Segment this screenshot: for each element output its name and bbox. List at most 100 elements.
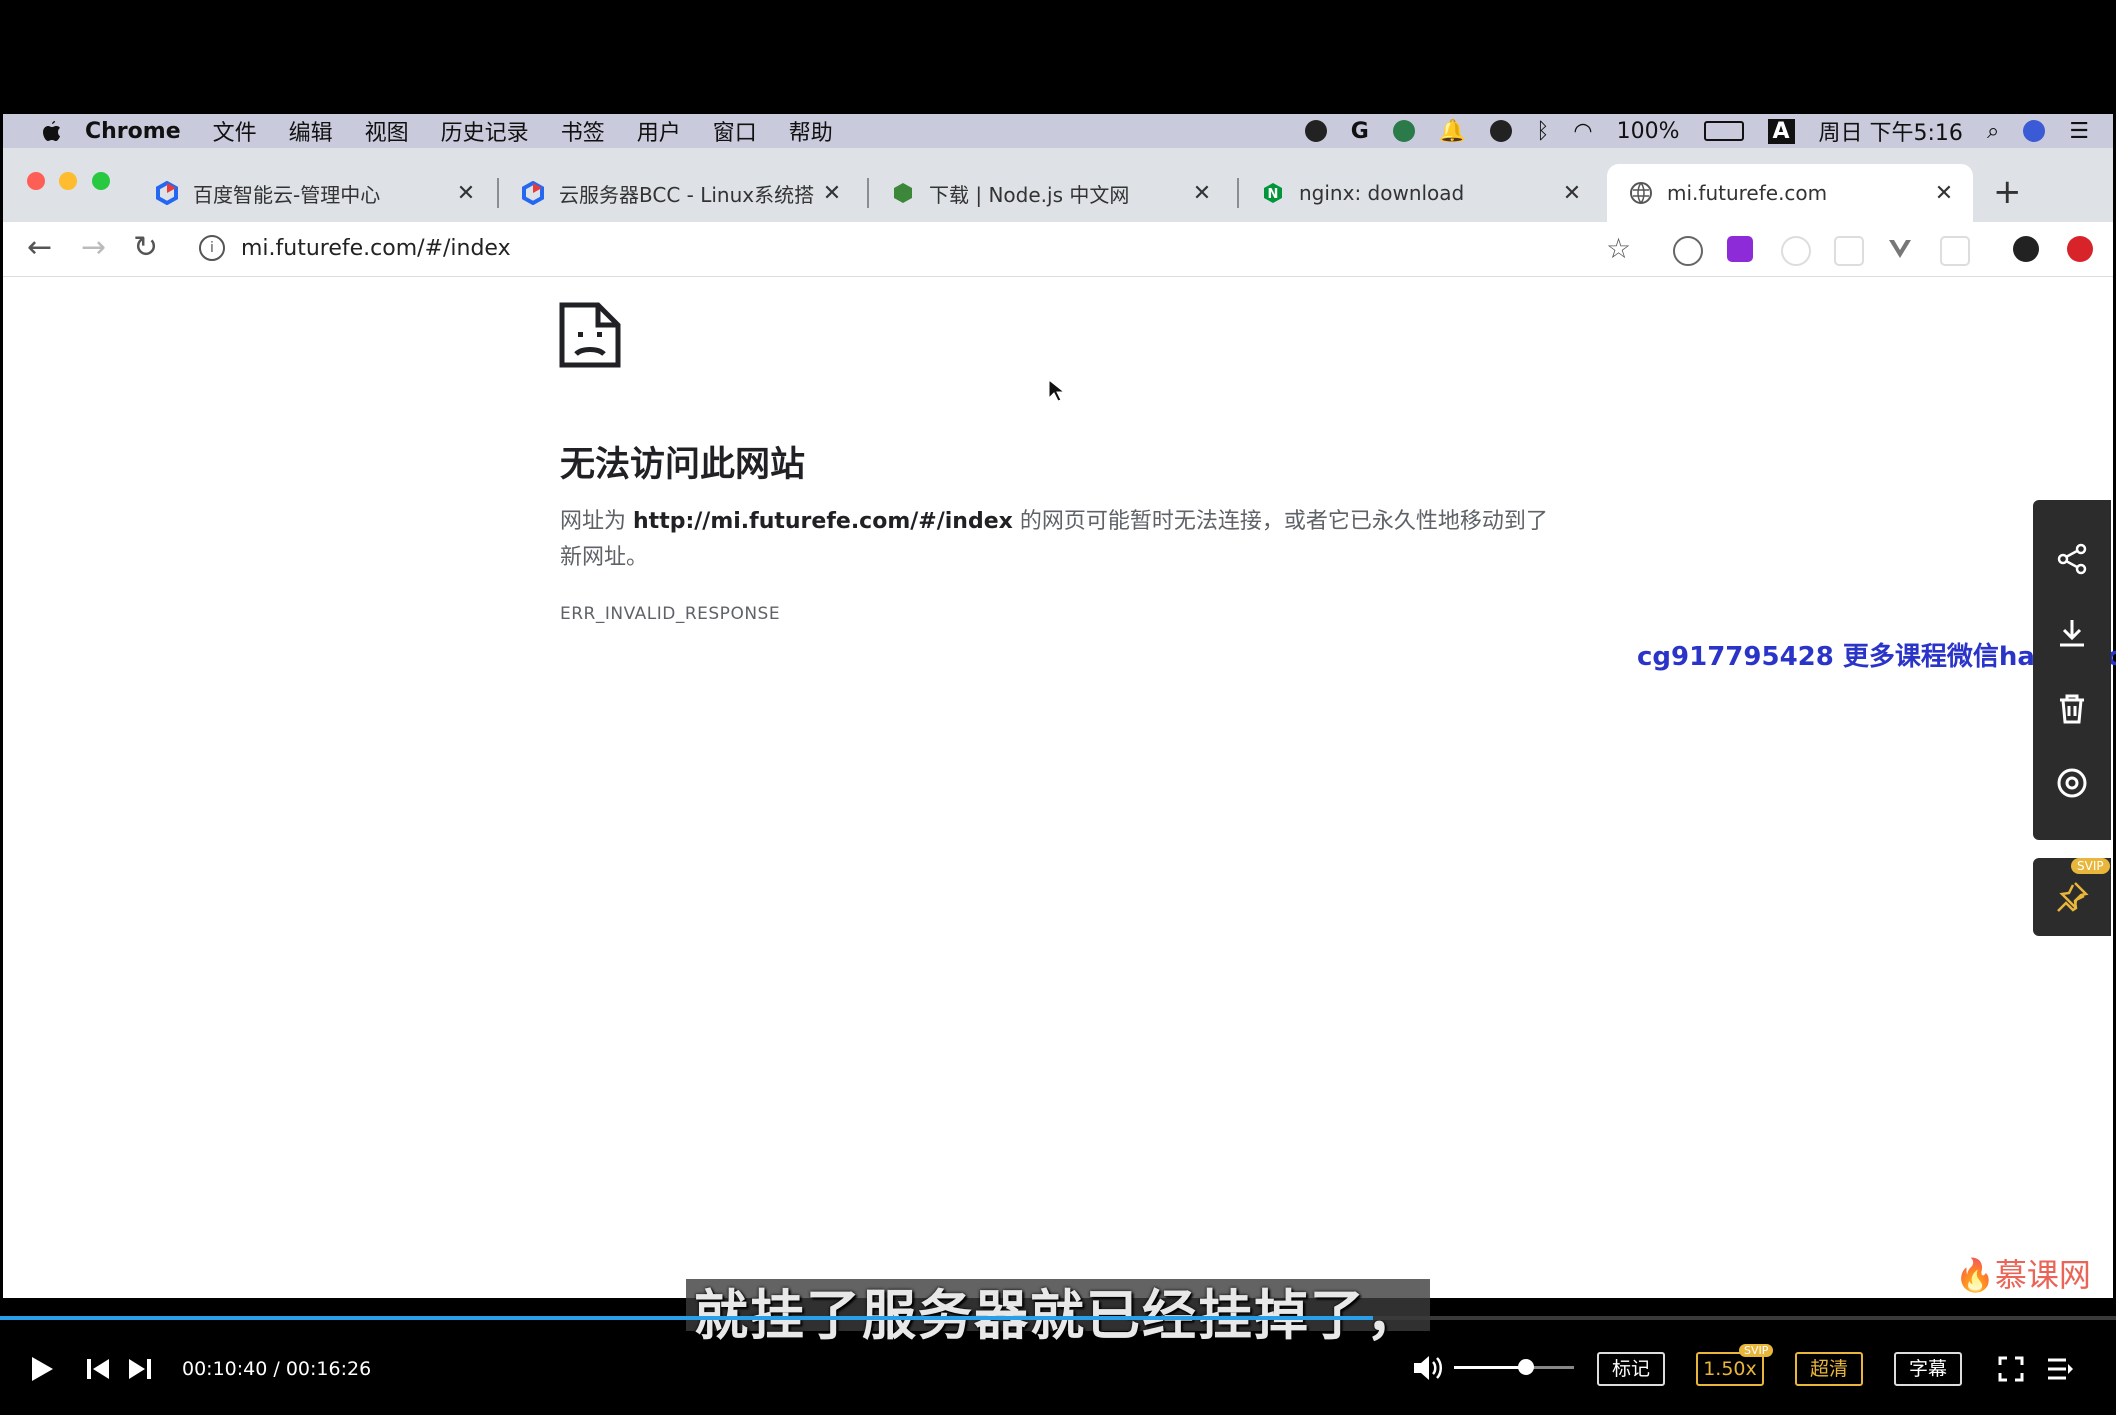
volume-slider-fill (1454, 1366, 1526, 1369)
playlist-icon[interactable] (2046, 1356, 2074, 1382)
site-info-icon[interactable]: i (199, 235, 225, 261)
error-description-prefix: 网址为 (560, 509, 627, 534)
tab-nginx-download[interactable]: N nginx: download ✕ (1239, 164, 1601, 222)
macos-menu-bar: Chrome 文件 编辑 视图 历史记录 书签 用户 窗口 帮助 G 🔔 ᛒ ◠… (3, 114, 2113, 148)
menu-help[interactable]: 帮助 (789, 115, 833, 147)
target-icon[interactable] (2055, 766, 2089, 800)
battery-icon[interactable] (1703, 121, 1744, 141)
maximize-window-button[interactable] (92, 172, 110, 190)
menu-bookmarks[interactable]: 书签 (561, 115, 605, 147)
close-tab-icon[interactable]: ✕ (1929, 181, 1959, 206)
share-icon[interactable] (2055, 542, 2089, 576)
reload-icon[interactable]: ↻ (133, 230, 158, 265)
siri-icon[interactable] (2023, 120, 2046, 142)
grammarly-icon[interactable]: G (1351, 119, 1369, 144)
fullscreen-icon[interactable] (1998, 1356, 2024, 1382)
back-icon[interactable]: ← (27, 230, 52, 265)
menu-history[interactable]: 历史记录 (441, 115, 529, 147)
baidu-cloud-icon (522, 181, 544, 205)
extension-icon-6[interactable] (1940, 236, 1970, 266)
tab-nodejs-download[interactable]: 下载 | Node.js 中文网 ✕ (869, 164, 1231, 222)
error-title: 无法访问此网站 (560, 445, 806, 485)
mouse-pointer-icon (1048, 379, 1064, 402)
download-icon[interactable] (2055, 616, 2089, 650)
notification-bell-icon[interactable]: 🔔 (1439, 119, 1466, 144)
menu-people[interactable]: 用户 (637, 115, 681, 147)
pin-icon (2057, 882, 2089, 912)
progress-fill (0, 1316, 1373, 1320)
extension-icon-7[interactable] (2013, 236, 2039, 262)
globe-icon (1630, 182, 1652, 204)
new-tab-button[interactable]: + (1993, 172, 2022, 212)
menu-view[interactable]: 视图 (365, 115, 409, 147)
address-url[interactable]: mi.futurefe.com/#/index (241, 236, 511, 261)
baidu-cloud-icon (156, 181, 178, 205)
close-tab-icon[interactable]: ✕ (1187, 181, 1217, 206)
previous-icon[interactable] (86, 1358, 110, 1380)
close-tab-icon[interactable]: ✕ (451, 181, 481, 206)
tab-bcc-server[interactable]: 云服务器BCC - Linux系统搭 ✕ (499, 164, 861, 222)
bluetooth-icon[interactable]: ᛒ (1536, 119, 1549, 144)
address-bar[interactable]: i mi.futurefe.com/#/index (199, 235, 511, 261)
close-window-button[interactable] (27, 172, 45, 190)
menu-edit[interactable]: 编辑 (289, 115, 333, 147)
close-tab-icon[interactable]: ✕ (817, 181, 847, 206)
extension-icon-4[interactable] (1834, 236, 1864, 266)
current-time: 00:10:40 (182, 1358, 268, 1380)
time-display: 00:10:40 / 00:16:26 (182, 1358, 372, 1380)
next-icon[interactable] (128, 1358, 152, 1380)
evernote-icon[interactable] (1490, 120, 1513, 142)
mark-button[interactable]: 标记 (1597, 1352, 1665, 1386)
extension-icon-8[interactable] (2067, 236, 2093, 262)
tab-futurefe-active[interactable]: mi.futurefe.com ✕ (1607, 164, 1973, 222)
forward-icon[interactable]: → (81, 230, 106, 265)
sad-page-icon (559, 302, 621, 368)
play-icon[interactable] (30, 1356, 54, 1382)
close-tab-icon[interactable]: ✕ (1557, 181, 1587, 206)
total-duration: 00:16:26 (285, 1358, 372, 1380)
svip-badge: SVIP (2071, 858, 2110, 874)
logo-text: 慕课网 (1994, 1256, 2091, 1294)
tab-title: nginx: download (1299, 181, 1465, 205)
tab-title: 下载 | Node.js 中文网 (929, 182, 1130, 207)
browser-toolbar: ← → ↻ i mi.futurefe.com/#/index ☆ (3, 222, 2113, 277)
screen-record-icon[interactable] (1304, 120, 1327, 142)
menu-file[interactable]: 文件 (213, 115, 257, 147)
volume-icon[interactable] (1412, 1354, 1444, 1382)
battery-percent[interactable]: 100% (1617, 119, 1680, 144)
subtitle-toggle-button[interactable]: 字幕 (1894, 1352, 1962, 1386)
apple-logo-icon[interactable] (39, 118, 63, 144)
extension-icon-1[interactable] (1673, 236, 1703, 266)
error-code: ERR_INVALID_RESPONSE (560, 604, 781, 624)
error-url: http://mi.futurefe.com/#/index (633, 509, 1013, 534)
logo-flame-icon: 🔥 (1955, 1256, 1995, 1294)
tab-title: 云服务器BCC - Linux系统搭 (559, 182, 815, 207)
minimize-window-button[interactable] (59, 172, 77, 190)
bookmark-star-icon[interactable]: ☆ (1606, 232, 1631, 265)
tab-title: 百度智能云-管理中心 (193, 182, 381, 207)
quality-button[interactable]: 超清 (1795, 1352, 1863, 1386)
menu-app-name[interactable]: Chrome (85, 119, 181, 144)
menu-clock[interactable]: 周日 下午5:16 (1819, 115, 1963, 147)
menu-window[interactable]: 窗口 (713, 115, 757, 147)
extension-icon-3[interactable] (1781, 236, 1811, 266)
volume-slider-knob[interactable] (1518, 1359, 1534, 1375)
trash-icon[interactable] (2055, 692, 2089, 726)
wifi-icon[interactable]: ◠ (1573, 119, 1592, 144)
imooc-logo: 🔥慕课网 (1955, 1250, 2091, 1296)
nodejs-icon (894, 183, 912, 203)
notification-center-icon[interactable]: ☰ (2069, 119, 2089, 144)
error-description: 网址为 http://mi.futurefe.com/#/index 的网页可能… (560, 504, 1550, 576)
input-method-indicator[interactable]: A (1767, 118, 1795, 144)
svg-text:N: N (1268, 187, 1279, 202)
player-side-dock (2033, 500, 2111, 840)
tab-baidu-console[interactable]: 百度智能云-管理中心 ✕ (133, 164, 495, 222)
spotlight-search-icon[interactable]: ⌕ (1987, 119, 1999, 144)
vue-devtools-icon[interactable] (1887, 236, 1913, 262)
browser-window: 百度智能云-管理中心 ✕ 云服务器BCC - Linux系统搭 ✕ 下载 | N… (3, 148, 2113, 1298)
tab-strip: 百度智能云-管理中心 ✕ 云服务器BCC - Linux系统搭 ✕ 下载 | N… (3, 148, 2113, 222)
tab-title: mi.futurefe.com (1667, 181, 1828, 205)
playback-speed-button[interactable]: 1.50x (1696, 1352, 1764, 1386)
extension-icon-2[interactable] (1727, 236, 1753, 262)
status-app-icon[interactable] (1392, 120, 1415, 142)
